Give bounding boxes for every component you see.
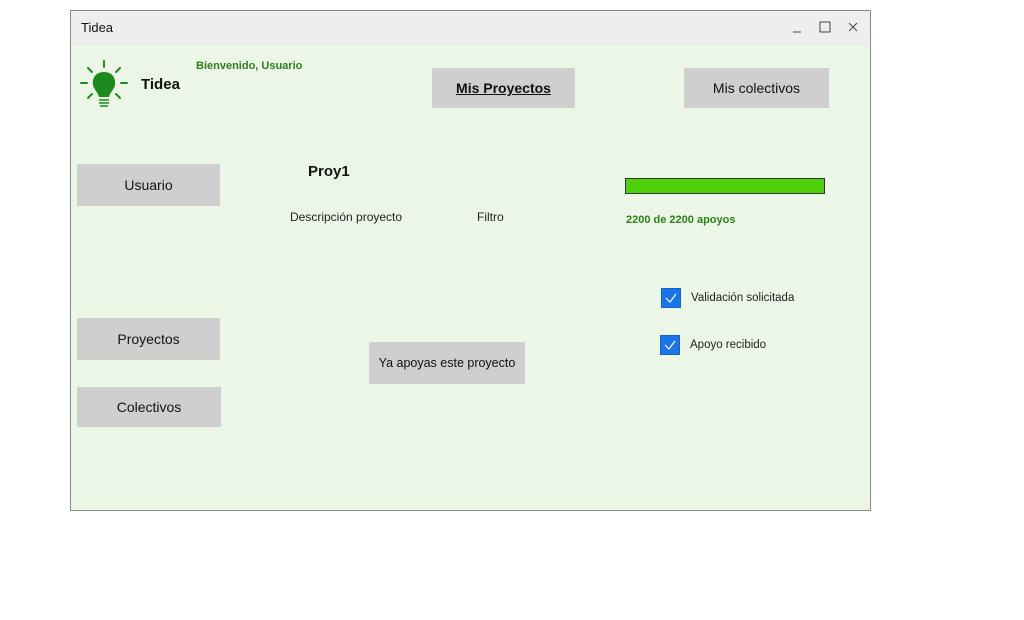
support-progress-fill	[626, 179, 824, 193]
check-icon	[665, 293, 677, 303]
welcome-text: Bienvenido, Usuario	[196, 60, 303, 72]
maximize-icon[interactable]	[813, 17, 837, 39]
app-window: Tidea Tidea Bienvenido, Usuario Mis Proy…	[70, 10, 871, 511]
validation-checkbox[interactable]	[661, 288, 681, 308]
window-title: Tidea	[81, 20, 114, 35]
proyectos-button[interactable]: Proyectos	[77, 318, 220, 360]
mis-colectivos-button[interactable]: Mis colectivos	[684, 68, 829, 108]
filter-label[interactable]: Filtro	[477, 210, 504, 224]
logo-text: Tidea	[141, 76, 180, 93]
close-icon[interactable]	[841, 17, 865, 39]
title-bar: Tidea	[71, 11, 870, 45]
usuario-button[interactable]: Usuario	[77, 164, 220, 206]
support-received-check-row[interactable]: Apoyo recibido	[660, 335, 766, 355]
project-name: Proy1	[308, 163, 350, 180]
validation-check-row[interactable]: Validación solicitada	[661, 288, 794, 308]
support-received-checkbox[interactable]	[660, 335, 680, 355]
check-icon	[664, 340, 676, 350]
colectivos-button[interactable]: Colectivos	[77, 387, 221, 427]
project-description: Descripción proyecto	[290, 210, 403, 224]
minimize-icon[interactable]	[785, 17, 809, 39]
lightbulb-icon	[80, 60, 128, 107]
support-project-button[interactable]: Ya apoyas este proyecto	[369, 342, 525, 384]
support-count: 2200 de 2200 apoyos	[626, 214, 736, 226]
support-progress-bar	[625, 178, 825, 194]
validation-label: Validación solicitada	[691, 292, 795, 304]
app-logo: Tidea	[79, 58, 180, 114]
mis-proyectos-button[interactable]: Mis Proyectos	[432, 68, 575, 108]
support-received-label: Apoyo recibido	[690, 339, 767, 351]
